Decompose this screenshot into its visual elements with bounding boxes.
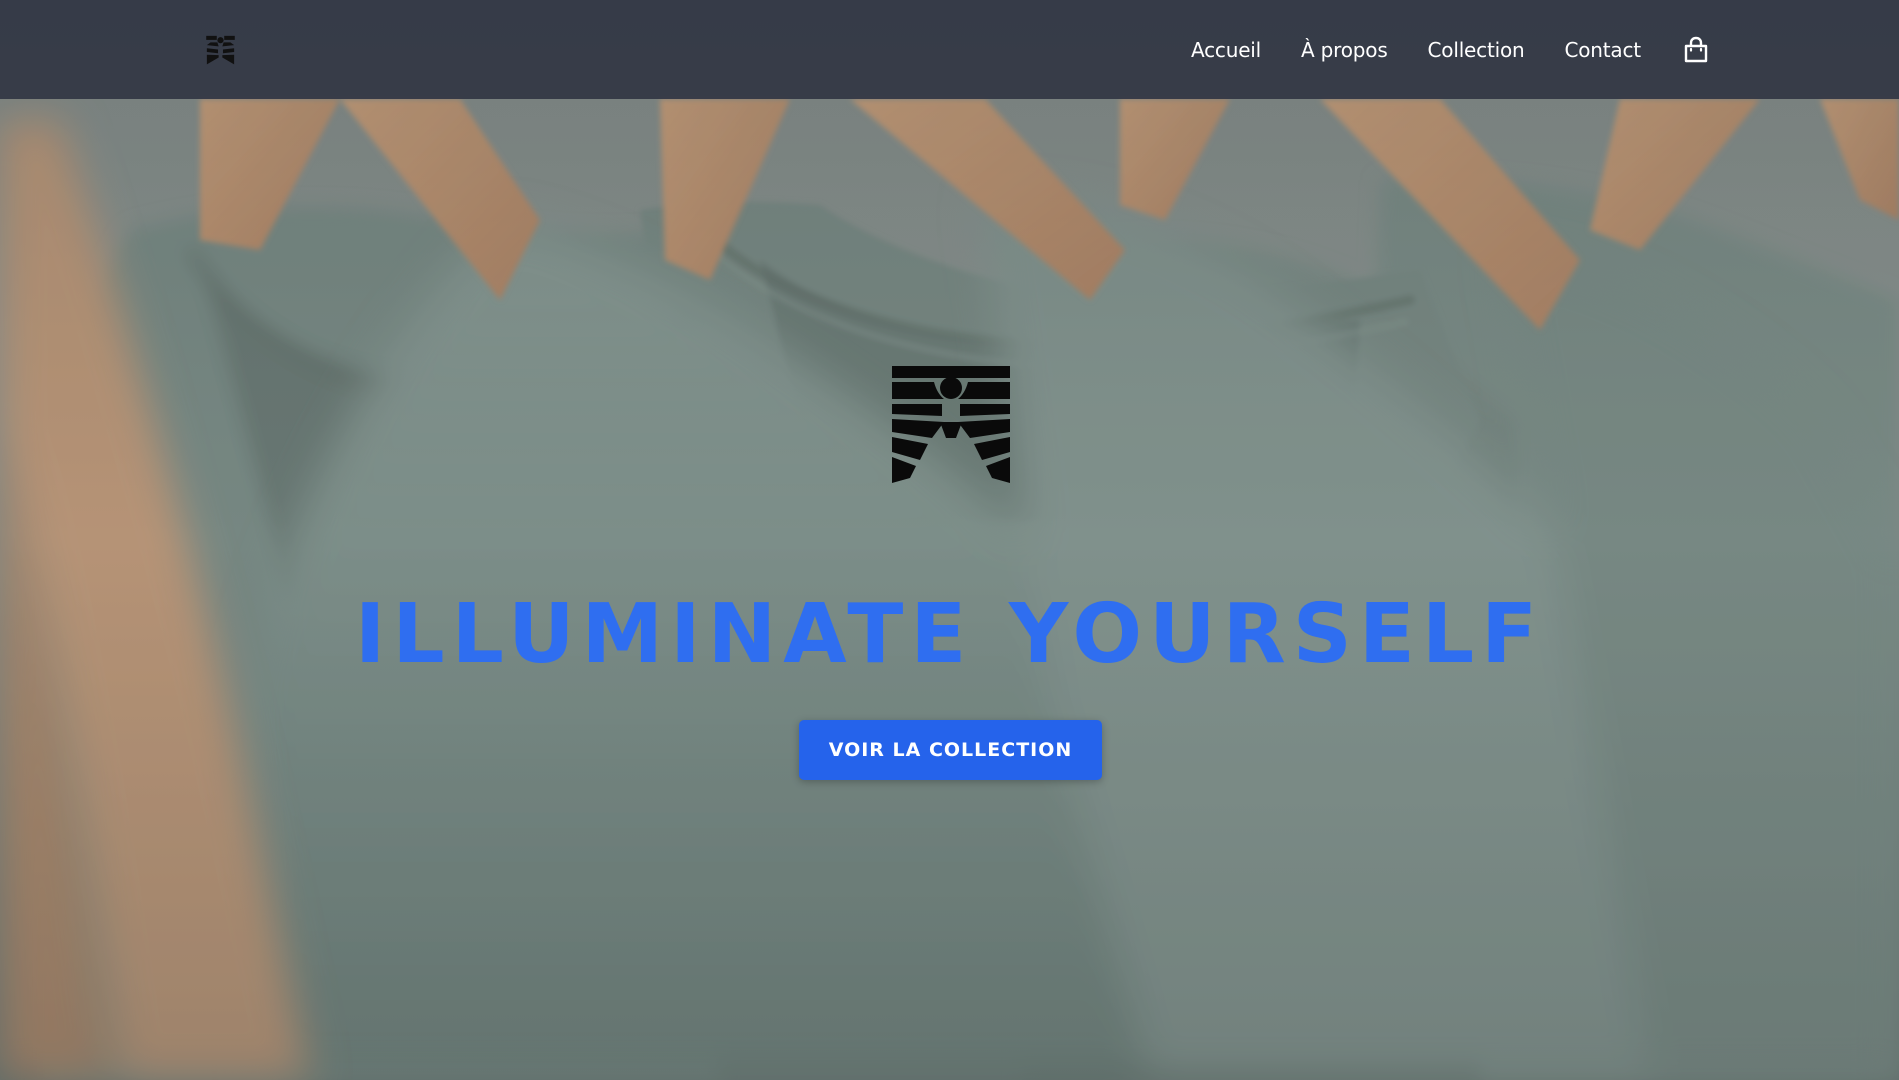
hero-background-image: GRACE MADE IN GRACE [0,0,1899,1080]
nav-link-home[interactable]: Accueil [1191,38,1261,62]
hero-title: ILLUMINATE YOURSELF [354,587,1545,682]
nav-link-collection[interactable]: Collection [1428,38,1525,62]
page: GRACE MADE IN GRACE [0,0,1899,1080]
view-collection-button[interactable]: VOIR LA COLLECTION [799,720,1102,780]
nav-link-contact[interactable]: Contact [1564,38,1641,62]
nav-link-about[interactable]: À propos [1301,38,1388,62]
main-nav: Accueil À propos Collection Contact [1191,0,1641,99]
site-header: Accueil À propos Collection Contact [0,0,1899,99]
brand-logo-icon [892,366,1010,483]
brand-logo-icon[interactable] [205,34,236,65]
shopping-bag-icon[interactable] [1682,36,1710,64]
